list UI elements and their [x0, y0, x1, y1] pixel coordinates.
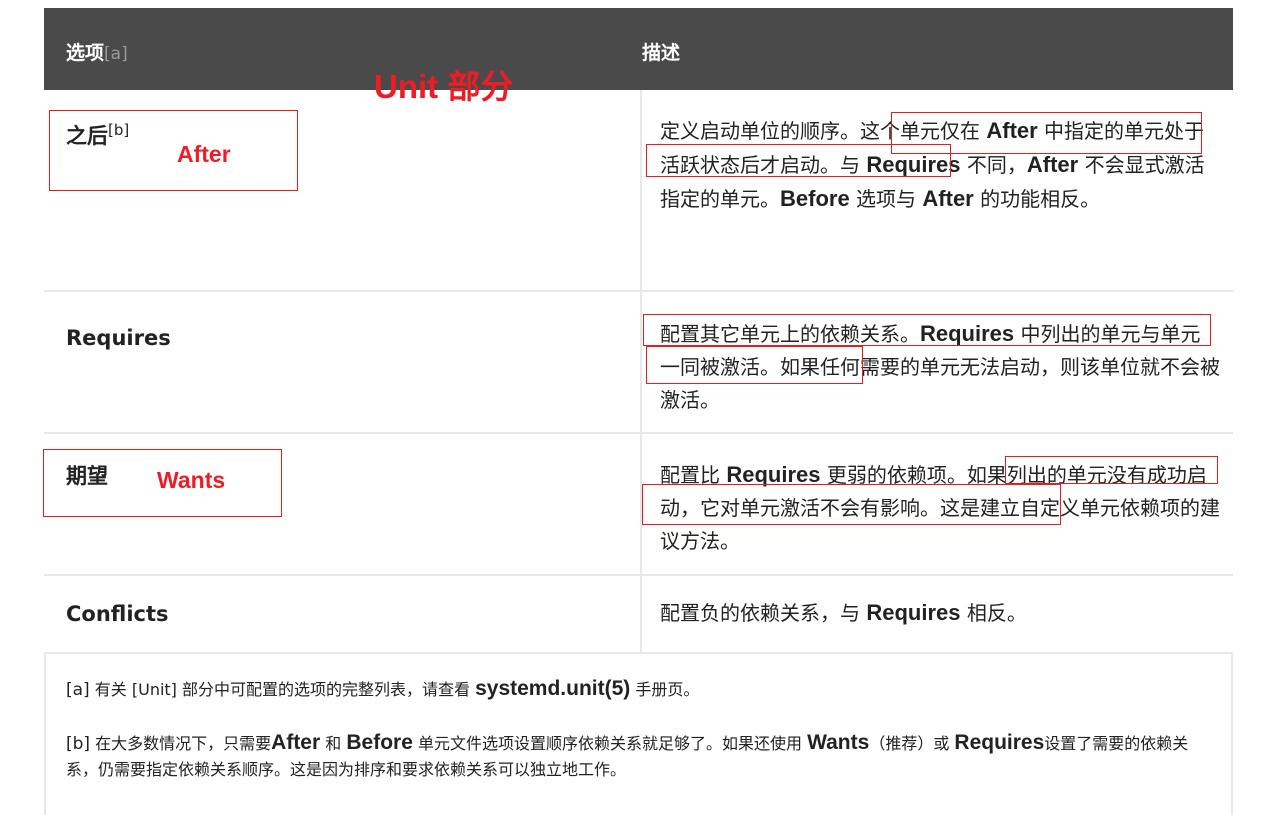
table-row: Requires 配置其它单元上的依赖关系。Requires 中列出的单元与单元…: [44, 292, 1233, 432]
footnote-mark[interactable]: [a]: [66, 680, 90, 700]
emphasis-term: After: [922, 186, 974, 211]
description-cell: 配置负的依赖关系，与 Requires 相反。: [640, 576, 1235, 652]
emphasis-term: Before: [780, 186, 850, 211]
annotation-box-after: [49, 110, 298, 191]
emphasis-term: Wants: [807, 731, 870, 754]
annotation-section-title: Unit 部分: [374, 68, 514, 105]
annotation-after-label: After: [177, 141, 231, 167]
option-cell: Requires: [44, 292, 638, 432]
annotation-wants-label: Wants: [157, 467, 226, 493]
text-run: 相反。: [960, 601, 1027, 625]
emphasis-term: Requires: [954, 731, 1045, 754]
description-text: 配置负的依赖关系，与 Requires 相反。: [660, 596, 1220, 630]
text-run: 在大多数情况下，只需要: [90, 734, 272, 753]
emphasis-term: After: [1026, 152, 1079, 177]
footnotes: [a] 有关 [Unit] 部分中可配置的选项的完整列表，请查看 systemd…: [44, 652, 1233, 815]
text-run: 的功能相反。: [973, 187, 1101, 211]
footnote-b: [b] 在大多数情况下，只需要After 和 Before 单元文件选项设置顺序…: [66, 730, 1216, 783]
text-run: 有关 [Unit] 部分中可配置的选项的完整列表，请查看: [89, 680, 476, 699]
option-cell: Conflicts: [44, 576, 638, 652]
header-option-label: 选项: [66, 42, 105, 64]
annotation-highlight: [642, 484, 1061, 525]
footnote-mark[interactable]: [b]: [66, 734, 90, 754]
text-run: 不同，: [960, 153, 1027, 177]
header-description: 描述: [642, 42, 681, 64]
text-run: 和: [320, 734, 347, 753]
emphasis-term: After: [271, 731, 321, 754]
annotation-highlight: [643, 314, 1211, 346]
header-option: 选项[a]: [66, 38, 128, 65]
table-row: Conflicts 配置负的依赖关系，与 Requires 相反。: [44, 576, 1233, 652]
footnote-a: [a] 有关 [Unit] 部分中可配置的选项的完整列表，请查看 systemd…: [66, 676, 1216, 703]
option-name: Requires: [66, 326, 171, 350]
text-run: 单元文件选项设置顺序依赖关系就足够了。如果还使用: [412, 734, 808, 753]
annotation-highlight: [646, 144, 951, 177]
text-run: 配置负的依赖关系，与: [660, 601, 867, 625]
text-run: 手册页。: [630, 680, 700, 699]
emphasis-term: systemd.unit(5): [475, 677, 631, 700]
emphasis-term: Requires: [866, 600, 961, 625]
header-option-note[interactable]: [a]: [104, 44, 128, 64]
table-header: 选项[a] 描述: [44, 8, 1233, 90]
text-run: （推荐）或: [869, 734, 955, 753]
text-run: 选项与: [849, 187, 923, 211]
annotation-highlight: [646, 346, 863, 384]
option-name: Conflicts: [66, 602, 169, 626]
annotation-highlight: [1005, 456, 1218, 484]
emphasis-term: Before: [346, 731, 413, 754]
